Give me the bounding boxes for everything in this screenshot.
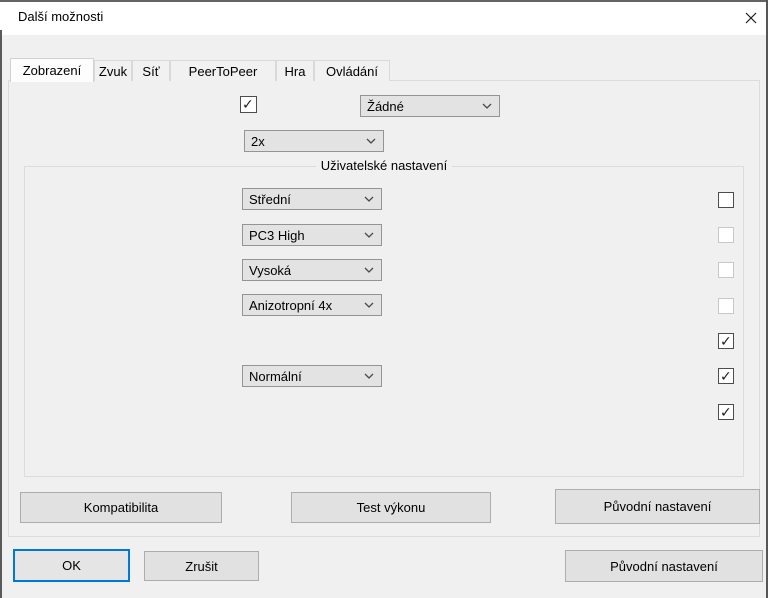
tab-ovladani[interactable]: Ovládání (314, 60, 390, 81)
chevron-down-icon (482, 103, 492, 109)
group-title: Uživatelské nastavení (316, 158, 452, 173)
chevron-down-icon (364, 373, 374, 379)
kvalita-efektu-dropdown[interactable]: PC3 High (242, 224, 382, 246)
tab-sit[interactable]: Síť (132, 60, 170, 81)
vzdy-vysoka-kvalita-stromu-checkbox[interactable] (718, 404, 734, 420)
window-edge-top (0, 0, 768, 2)
chevron-down-icon (364, 267, 374, 273)
dialog-dalsi-moznosti: { "window": { "title": "Další možnosti" … (0, 0, 768, 598)
filtrovani-textur-dropdown[interactable]: Anizotropní 4x (242, 294, 382, 316)
kvalita-textur-dropdown[interactable]: Vysoká (242, 259, 382, 281)
tab-zvuk[interactable]: Zvuk (94, 60, 132, 81)
close-icon (745, 12, 757, 24)
vynutit-dynamicke-barvy-checkbox[interactable] (718, 227, 734, 243)
zrusit-button[interactable]: Zrušit (144, 551, 259, 581)
detaily-geometrie-dropdown[interactable]: Normální (242, 365, 382, 387)
close-button[interactable] (738, 5, 764, 31)
ok-button[interactable]: OK (13, 549, 130, 582)
test-vykonu-button[interactable]: Test výkonu (291, 492, 491, 523)
predvolby-dropdown[interactable]: Žádné (360, 95, 500, 117)
pridavne-efekty-checkbox[interactable] (718, 192, 734, 208)
title-bar (0, 0, 768, 35)
tab-peertopeer[interactable]: PeerToPeer (170, 60, 276, 81)
group-uzivatelske-nastaveni: Uživatelské nastavení (24, 166, 744, 477)
upravit-checkbox[interactable] (240, 96, 257, 113)
chevron-down-icon (364, 232, 374, 238)
stiny-dropdown[interactable]: Střední (242, 188, 382, 210)
chevron-down-icon (364, 196, 374, 202)
vynutit-pohybove-rozostreni-checkbox[interactable] (718, 262, 734, 278)
antialiasing-dropdown[interactable]: 2x (244, 130, 384, 152)
window-title: Další možnosti (18, 9, 103, 24)
vynutit-bloom-checkbox[interactable] (718, 298, 734, 314)
tab-hra[interactable]: Hra (276, 60, 314, 81)
geometrie-vody-checkbox[interactable] (718, 333, 734, 349)
geometrie-vody-na-stadionu-checkbox[interactable] (718, 368, 734, 384)
chevron-down-icon (364, 302, 374, 308)
window-edge-left (0, 30, 2, 598)
tab-zobrazeni[interactable]: Zobrazení (10, 58, 94, 82)
puvodni-nastaveni-dialog-button[interactable]: Původní nastavení (565, 550, 763, 582)
chevron-down-icon (366, 138, 376, 144)
puvodni-nastaveni-tab-button[interactable]: Původní nastavení (555, 489, 760, 524)
kompatibilita-button[interactable]: Kompatibilita (20, 492, 222, 523)
